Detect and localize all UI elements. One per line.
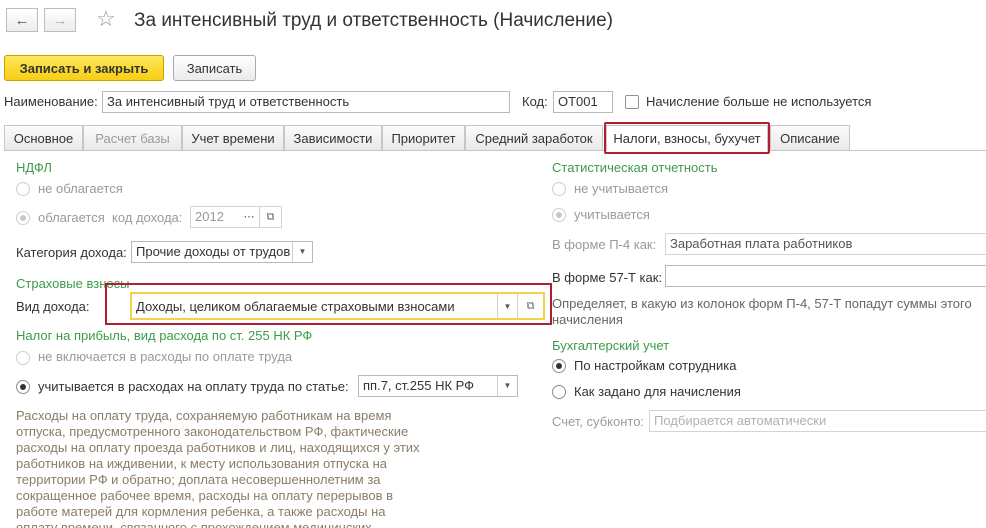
income-type-open-button[interactable]: ⧉	[517, 294, 543, 318]
stats-counted-radio[interactable]	[552, 208, 566, 222]
code-input[interactable]: ОТ001	[553, 91, 613, 113]
income-code-open-button[interactable]: ⧉	[259, 207, 281, 227]
category-value: Прочие доходы от трудов	[136, 244, 291, 259]
f57-label: В форме 57-Т как:	[552, 270, 663, 285]
income-type-select[interactable]: Доходы, целиком облагаемые страховыми вз…	[130, 292, 545, 320]
stats-hint: Определяет, в какую из колонок форм П-4,…	[552, 296, 972, 327]
account-field[interactable]: Подбирается автоматически	[649, 410, 986, 432]
name-input[interactable]: За интенсивный труд и ответственность	[102, 91, 510, 113]
unused-label: Начисление больше не используется	[646, 94, 872, 109]
page-title: За интенсивный труд и ответственность (Н…	[134, 10, 614, 31]
open-icon: ⧉	[526, 299, 535, 312]
category-dropdown-button[interactable]: ▼	[292, 242, 312, 262]
article-dropdown-button[interactable]: ▼	[497, 376, 517, 396]
arrow-right-icon: →	[52, 11, 68, 29]
tab-basic[interactable]: Основное	[4, 125, 83, 151]
arrow-left-icon: ←	[14, 11, 30, 29]
tab-dependencies[interactable]: Зависимости	[284, 125, 382, 151]
star-icon[interactable]: ☆	[96, 6, 116, 32]
article-select[interactable]: пп.7, ст.255 НК РФ ▼	[358, 375, 518, 397]
profit-not-included-label: не включается в расходы по оплате труда	[38, 349, 293, 364]
chevron-down-icon: ▼	[298, 247, 307, 256]
p4-label: В форме П-4 как:	[552, 237, 657, 252]
ndfl-taxed-radio[interactable]	[16, 211, 30, 225]
tab-base-calc[interactable]: Расчет базы	[83, 125, 182, 151]
accounting-heading: Бухгалтерский учет	[552, 338, 670, 353]
by-employee-radio[interactable]	[552, 359, 566, 373]
ellipsis-icon: ⋯	[243, 211, 255, 223]
open-icon: ⧉	[266, 211, 275, 223]
chevron-down-icon: ▼	[503, 381, 512, 390]
profit-included-radio[interactable]	[16, 380, 30, 394]
article-value: пп.7, ст.255 НК РФ	[363, 378, 475, 393]
save-and-close-button[interactable]: Записать и закрыть	[4, 55, 164, 81]
forward-button[interactable]: →	[44, 8, 76, 32]
p4-field[interactable]: Заработная плата работников	[665, 233, 986, 255]
tab-description[interactable]: Описание	[770, 125, 850, 151]
ndfl-taxed-label: облагается	[38, 210, 105, 225]
back-button[interactable]: ←	[6, 8, 38, 32]
chevron-down-icon: ▼	[503, 301, 512, 311]
by-employee-label: По настройкам сотрудника	[574, 358, 737, 373]
account-label: Счет, субконто:	[552, 414, 645, 429]
as-set-radio[interactable]	[552, 385, 566, 399]
ndfl-not-taxed-radio[interactable]	[16, 182, 30, 196]
profit-tax-description: Расходы на оплату труда, сохраняемую раб…	[16, 408, 420, 528]
income-code-field[interactable]: 2012 ⋯ ⧉	[190, 206, 282, 228]
ndfl-not-taxed-label: не облагается	[38, 181, 123, 196]
category-select[interactable]: Прочие доходы от трудов ▼	[131, 241, 313, 263]
stats-heading: Статистическая отчетность	[552, 160, 718, 175]
name-label: Наименование:	[4, 94, 98, 109]
stats-counted-label: учитывается	[574, 207, 650, 222]
income-type-value: Доходы, целиком облагаемые страховыми вз…	[136, 299, 455, 314]
profit-not-included-radio[interactable]	[16, 351, 30, 365]
ndfl-heading: НДФЛ	[16, 160, 52, 175]
tab-priority[interactable]: Приоритет	[382, 125, 465, 151]
income-code-select-button[interactable]: ⋯	[239, 207, 259, 227]
tab-time-accounting[interactable]: Учет времени	[182, 125, 284, 151]
tab-highlight-frame	[604, 122, 770, 154]
income-type-dropdown-button[interactable]: ▼	[497, 294, 517, 318]
income-code-value: 2012	[195, 209, 224, 224]
income-code-label: код дохода:	[112, 210, 183, 225]
profit-included-label: учитывается в расходах на оплату труда п…	[38, 379, 349, 394]
stats-not-counted-radio[interactable]	[552, 182, 566, 196]
unused-checkbox[interactable]	[625, 95, 639, 109]
code-label: Код:	[522, 94, 548, 109]
save-button[interactable]: Записать	[173, 55, 256, 81]
as-set-label: Как задано для начисления	[574, 384, 741, 399]
tab-average-earnings[interactable]: Средний заработок	[465, 125, 603, 151]
category-label: Категория дохода:	[16, 245, 127, 260]
f57-field[interactable]	[665, 265, 986, 287]
profit-tax-heading: Налог на прибыль, вид расхода по ст. 255…	[16, 328, 313, 343]
income-type-label: Вид дохода:	[16, 299, 90, 314]
stats-not-counted-label: не учитывается	[574, 181, 668, 196]
